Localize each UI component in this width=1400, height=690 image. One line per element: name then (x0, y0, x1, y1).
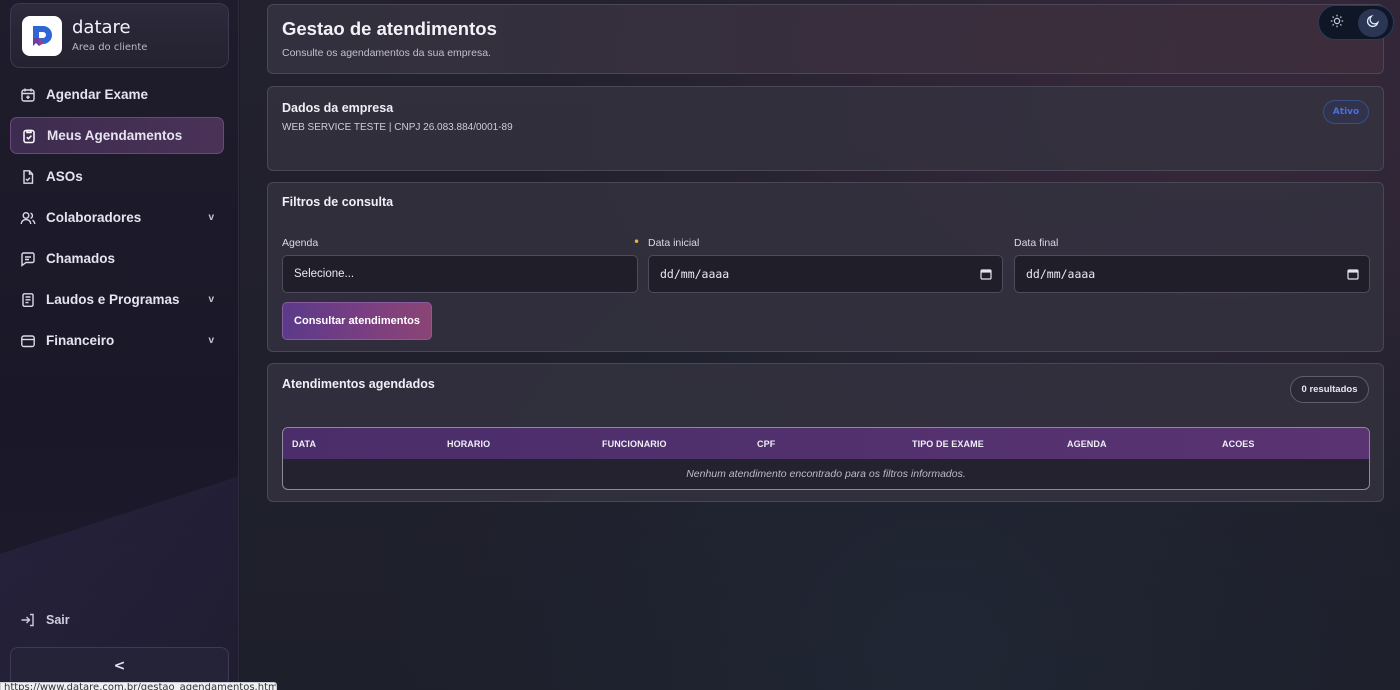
dark-mode-button[interactable] (1358, 8, 1388, 37)
column-header-horario: HORARIO (447, 438, 491, 449)
agenda-select[interactable]: Selecione... (282, 255, 638, 293)
chevron-down-icon: v (208, 294, 214, 305)
column-header-tipo-de-exame: TIPO DE EXAME (912, 438, 984, 449)
sidebar-item-label: Colaboradores (46, 210, 142, 225)
end-date-input[interactable]: dd/mm/aaaa (1014, 255, 1370, 293)
agenda-label: Agenda (282, 237, 319, 249)
logout-label: Sair (46, 613, 70, 627)
table-header: DATA HORARIO FUNCIONARIO CPF TIPO DE EXA… (283, 428, 1369, 459)
sidebar-item-meus-agendamentos[interactable]: Meus Agendamentos (10, 117, 224, 154)
sidebar-item-colaboradores[interactable]: Colaboradores v (10, 199, 224, 236)
required-indicator: • (633, 235, 641, 249)
page-header-card: Gestao de atendimentos Consulte os agend… (267, 4, 1384, 74)
sidebar-item-chamados[interactable]: Chamados (10, 240, 224, 277)
results-card-title: Atendimentos agendados (282, 377, 435, 391)
calendar-plus-icon (20, 87, 36, 103)
empty-table-message: Nenhum atendimento encontrado para os fi… (686, 468, 966, 480)
brand-subtitle: Area do cliente (72, 42, 148, 53)
main-content: Gestao de atendimentos Consulte os agend… (240, 0, 1400, 690)
document-list-icon (20, 292, 36, 308)
sidebar-item-agendar-exame[interactable]: Agendar Exame (10, 76, 224, 113)
page-subtitle: Consulte os agendamentos da sua empresa. (282, 47, 491, 59)
status-badge: Ativo (1323, 100, 1369, 124)
calendar-icon[interactable] (980, 268, 992, 280)
start-date-input[interactable]: dd/mm/aaaa (648, 255, 1003, 293)
file-icon (20, 169, 36, 185)
column-header-funcionario: FUNCIONARIO (602, 438, 667, 449)
column-header-cpf: CPF (757, 438, 776, 449)
theme-toggle[interactable] (1318, 5, 1394, 40)
results-card: Atendimentos agendados 0 resultados DATA… (267, 363, 1384, 502)
sidebar-item-label: Meus Agendamentos (47, 128, 183, 143)
end-date-label: Data final (1014, 237, 1059, 249)
sidebar-item-label: Chamados (46, 251, 116, 266)
sidebar-item-asos[interactable]: ASOs (10, 158, 224, 195)
clipboard-check-icon (21, 128, 37, 144)
sidebar-item-label: Agendar Exame (46, 87, 149, 102)
column-header-agenda: AGENDA (1067, 438, 1107, 449)
page-title: Gestao de atendimentos (282, 18, 497, 39)
moon-icon (1366, 13, 1380, 32)
company-card-title: Dados da empresa (282, 101, 394, 115)
column-header-acoes: ACOES (1222, 438, 1255, 449)
company-info: WEB SERVICE TESTE | CNPJ 26.083.884/0001… (282, 122, 513, 133)
light-mode-button[interactable] (1322, 9, 1352, 37)
calendar-icon[interactable] (1347, 268, 1359, 280)
logout-icon (20, 612, 36, 628)
sidebar-item-label: ASOs (46, 169, 83, 184)
filters-card-title: Filtros de consulta (282, 195, 394, 209)
brand-name: datare (72, 17, 131, 38)
chat-icon (20, 251, 36, 267)
column-header-data: DATA (292, 438, 317, 449)
appointments-table: DATA HORARIO FUNCIONARIO CPF TIPO DE EXA… (282, 427, 1370, 490)
consult-button[interactable]: Consultar atendimentos (282, 302, 432, 340)
wallet-icon (20, 333, 36, 349)
results-count-badge: 0 resultados (1290, 376, 1369, 403)
sidebar: datare Area do cliente Agendar Exame Meu… (0, 0, 239, 690)
sidebar-item-financeiro[interactable]: Financeiro v (10, 322, 224, 359)
collapse-sidebar-button[interactable]: < (10, 647, 229, 687)
end-date-placeholder: dd/mm/aaaa (1026, 267, 1096, 281)
filters-card: Filtros de consulta Agenda Selecione... … (267, 182, 1384, 352)
sidebar-nav: Agendar Exame Meus Agendamentos ASOs Col… (10, 76, 224, 363)
sidebar-item-label: Laudos e Programas (46, 292, 180, 307)
datare-logo-icon (22, 15, 62, 56)
sidebar-item-laudos-e-programas[interactable]: Laudos e Programas v (10, 281, 224, 318)
brand-block[interactable]: datare Area do cliente (10, 3, 229, 68)
start-date-placeholder: dd/mm/aaaa (660, 267, 730, 281)
agenda-select-value: Selecione... (294, 268, 355, 280)
chevron-down-icon: v (208, 335, 214, 346)
chevron-down-icon: v (208, 212, 214, 223)
browser-status-url: https://www.datare.com.br/gestao_agendam… (0, 682, 277, 690)
sidebar-item-label: Financeiro (46, 333, 115, 348)
company-card: Dados da empresa WEB SERVICE TESTE | CNP… (267, 86, 1384, 171)
users-icon (20, 210, 36, 226)
sun-icon (1330, 13, 1344, 32)
logout-button[interactable]: Sair (20, 612, 70, 628)
start-date-label: Data inicial (648, 237, 700, 249)
